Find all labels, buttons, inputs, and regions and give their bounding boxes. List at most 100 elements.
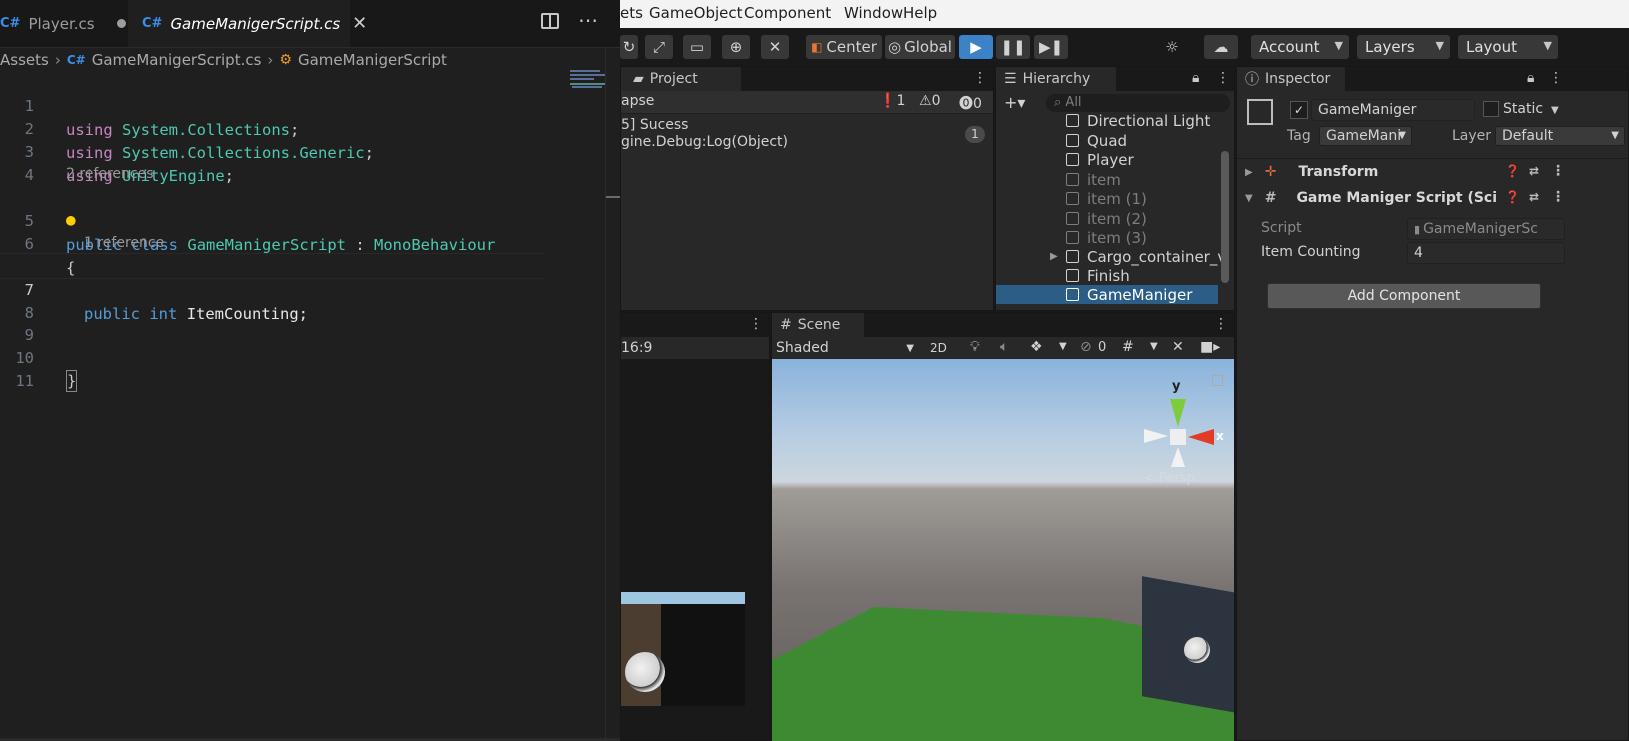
hierarchy-item[interactable]: Quad <box>1066 131 1127 150</box>
tab-project[interactable]: ▰ Project <box>621 67 741 91</box>
tab-inspector[interactable]: ⓘ Inspector <box>1237 67 1345 91</box>
scale-tool-icon[interactable]: ⤢ <box>645 35 673 59</box>
add-object-button[interactable]: +▾ <box>1004 93 1025 112</box>
expand-arrow-icon[interactable]: ▶ <box>1050 251 1058 262</box>
gizmo-lock-icon[interactable] <box>1212 375 1223 386</box>
rect-tool-icon[interactable]: ▭ <box>683 35 711 59</box>
panel-menu-icon[interactable]: ⋮ <box>749 316 763 332</box>
scene-viewport[interactable]: y x < Persp <box>772 359 1234 741</box>
layers-dropdown[interactable]: Layers ▼ <box>1357 35 1450 59</box>
tab-hierarchy[interactable]: ☰ Hierarchy <box>996 67 1116 91</box>
tab-player-cs[interactable]: C# Player.cs <box>0 0 126 47</box>
error-filter[interactable]: ⓿0 <box>959 93 982 113</box>
code-line[interactable]: 4 <box>0 139 620 184</box>
hierarchy-item-selected[interactable]: GameManiger <box>996 285 1218 304</box>
component-menu-icon[interactable]: ⋮ <box>1551 163 1565 179</box>
rotate-tool-icon[interactable]: ↻ <box>620 35 638 59</box>
hierarchy-item[interactable]: item (1) <box>1066 189 1147 208</box>
hierarchy-item[interactable]: Finish <box>1066 266 1130 285</box>
global-space-button[interactable]: ◎ Global <box>885 35 955 59</box>
static-checkbox[interactable] <box>1483 101 1499 117</box>
hierarchy-item[interactable]: item <box>1066 170 1121 189</box>
info-filter[interactable]: ❗1 <box>879 93 905 109</box>
collapse-button[interactable]: apse <box>621 93 654 109</box>
breadcrumb-item[interactable]: GameManigerScript.cs <box>92 51 262 69</box>
menu-help[interactable]: Help <box>903 4 937 22</box>
transform-component-header[interactable]: ▶ ✛ Transform ❓ ⇄ ⋮ <box>1237 160 1628 184</box>
tag-dropdown[interactable]: GameMani ▼ <box>1319 126 1412 146</box>
codelens-references[interactable]: 2 references <box>66 166 154 182</box>
hidden-objects-icon[interactable]: ⊘ <box>1080 339 1092 355</box>
warning-filter[interactable]: ⚠0 <box>919 93 940 109</box>
menu-component[interactable]: Component <box>744 4 831 22</box>
code-line[interactable]: 5 public class GameManigerScript : MonoB… <box>0 185 620 254</box>
more-actions-icon[interactable]: ⋯ <box>578 8 599 32</box>
code-line[interactable]: 2 using System.Collections.Generic; <box>0 93 620 162</box>
component-menu-icon[interactable]: ⋮ <box>1551 189 1565 205</box>
panel-menu-icon[interactable]: ⋮ <box>1214 316 1228 332</box>
menu-gameobject[interactable]: GameObject <box>649 4 743 22</box>
draw-mode-dropdown[interactable]: Shaded ▼ <box>776 340 914 356</box>
code-line[interactable]: 6 { ● <box>0 208 620 277</box>
layer-dropdown[interactable]: Default ▼ <box>1495 126 1625 146</box>
chevron-down-icon[interactable]: ▼ <box>1551 105 1559 116</box>
close-icon[interactable]: ✕ <box>352 13 367 34</box>
help-icon[interactable]: ❓ <box>1505 190 1520 204</box>
pause-button[interactable]: ❚❚ <box>996 35 1030 59</box>
lighting-icon[interactable]: 💡︎ <box>970 339 980 355</box>
pivot-center-button[interactable]: ◧ Center <box>806 35 882 59</box>
chevron-down-icon[interactable]: ▼ <box>1059 341 1067 352</box>
code-line[interactable]: 9 <box>0 299 620 344</box>
breadcrumb-item[interactable]: GameManigerScript <box>298 51 447 69</box>
account-dropdown[interactable]: Account ▼ <box>1251 35 1349 59</box>
code-line[interactable]: 10 } <box>0 322 620 392</box>
hierarchy-scrollbar[interactable] <box>1221 151 1229 283</box>
hierarchy-item[interactable]: Directional Light <box>1066 111 1210 130</box>
item-counting-input[interactable]: 4 <box>1407 242 1565 264</box>
settings-sun-icon[interactable]: ☼ <box>1158 35 1186 59</box>
chevron-down-icon[interactable]: ▼ <box>1150 341 1158 352</box>
perspective-label[interactable]: < Persp <box>1144 471 1195 486</box>
hierarchy-item[interactable]: item (3) <box>1066 228 1147 247</box>
add-component-button[interactable]: Add Component <box>1267 283 1541 309</box>
cloud-icon[interactable]: ☁ <box>1204 35 1238 59</box>
aspect-ratio-dropdown[interactable]: 16:9 <box>621 337 769 359</box>
preset-icon[interactable]: ⇄ <box>1529 164 1539 178</box>
effects-icon[interactable]: ❖ <box>1030 339 1043 355</box>
2d-toggle[interactable]: 2D <box>930 341 947 355</box>
hierarchy-search-input[interactable]: ⌕ All <box>1046 94 1230 112</box>
code-line[interactable]: 8 <box>0 277 620 322</box>
panel-menu-icon[interactable]: ⋮ <box>973 70 987 86</box>
tools-icon[interactable]: ✕ <box>1172 339 1184 355</box>
tab-scene[interactable]: # Scene <box>772 313 864 337</box>
audio-icon[interactable]: 🔈︎ <box>1000 339 1008 355</box>
menu-window[interactable]: Window <box>844 4 903 22</box>
preset-icon[interactable]: ⇄ <box>1529 190 1539 204</box>
lock-icon[interactable]: 🔒︎ <box>1527 70 1534 86</box>
menu-assets[interactable]: ets <box>620 4 643 22</box>
play-button[interactable]: ▶ <box>959 35 993 59</box>
code-line[interactable]: 3 using UnityEngine; <box>0 116 620 185</box>
lock-icon[interactable]: 🔒︎ <box>1192 70 1199 86</box>
console-entry[interactable]: 5] Sucess gine.Debug:Log(Object) 1 <box>621 117 993 155</box>
breadcrumb-item[interactable]: Assets <box>0 51 49 69</box>
step-button[interactable]: ▶❚ <box>1034 35 1068 59</box>
orientation-gizmo[interactable]: y x <box>1140 379 1224 469</box>
tab-gamemanigerscript-cs[interactable]: C# GameManigerScript.cs ✕ <box>128 0 367 47</box>
active-checkbox[interactable]: ✓ <box>1290 101 1308 119</box>
help-icon[interactable]: ❓ <box>1505 164 1520 178</box>
hierarchy-item[interactable]: Player <box>1066 150 1134 169</box>
code-line[interactable]: 11 <box>0 345 620 390</box>
code-line[interactable]: 1 using System.Collections; <box>0 70 620 139</box>
panel-menu-icon[interactable]: ⋮ <box>1216 70 1230 86</box>
grid-icon[interactable]: # <box>1122 339 1134 355</box>
custom-tool-icon[interactable]: ✕ <box>761 35 789 59</box>
code-line-current[interactable]: 7 public int ItemCounting; <box>0 253 544 323</box>
layout-dropdown[interactable]: Layout ▼ <box>1458 35 1558 59</box>
camera-icon[interactable]: ■▸ <box>1200 339 1220 355</box>
codelens-references[interactable]: 1 reference <box>84 235 164 251</box>
script-component-header[interactable]: ▼ # Game Maniger Script (Sci ❓ ⇄ ⋮ <box>1237 186 1628 210</box>
panel-menu-icon[interactable]: ⋮ <box>1549 70 1563 86</box>
hierarchy-item[interactable]: item (2) <box>1066 209 1147 228</box>
unsaved-dot-icon[interactable] <box>116 19 126 28</box>
